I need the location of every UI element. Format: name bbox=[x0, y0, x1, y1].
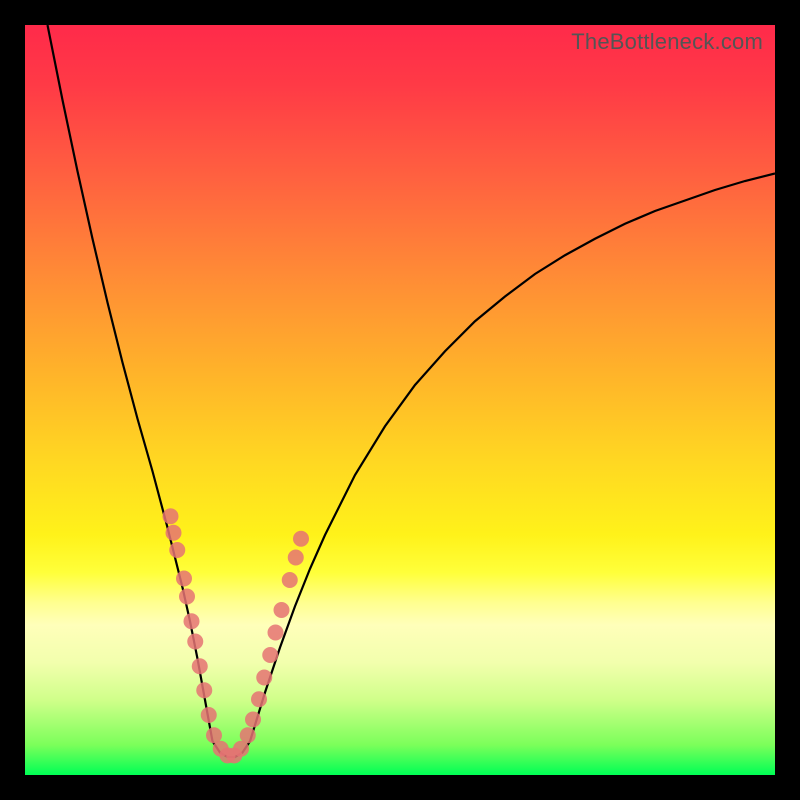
chart-svg bbox=[25, 25, 775, 775]
scatter-point bbox=[163, 508, 179, 524]
scatter-point bbox=[268, 625, 284, 641]
scatter-point bbox=[196, 682, 212, 698]
scatter-point bbox=[251, 691, 267, 707]
scatter-point bbox=[184, 613, 200, 629]
left-branch-curve bbox=[48, 25, 213, 741]
curve-layer bbox=[48, 25, 776, 757]
scatter-point bbox=[274, 602, 290, 618]
scatter-point bbox=[179, 589, 195, 605]
scatter-layer bbox=[163, 508, 310, 763]
scatter-point bbox=[176, 571, 192, 587]
scatter-point bbox=[293, 531, 309, 547]
scatter-point bbox=[282, 572, 298, 588]
scatter-point bbox=[245, 712, 261, 728]
chart-plot-area: TheBottleneck.com bbox=[25, 25, 775, 775]
scatter-point bbox=[201, 707, 217, 723]
scatter-point bbox=[262, 647, 278, 663]
scatter-point bbox=[288, 550, 304, 566]
scatter-point bbox=[187, 634, 203, 650]
scatter-point bbox=[169, 542, 185, 558]
scatter-point bbox=[240, 727, 256, 743]
scatter-point bbox=[166, 525, 182, 541]
right-branch-curve bbox=[250, 174, 775, 742]
scatter-point bbox=[256, 670, 272, 686]
scatter-point bbox=[192, 658, 208, 674]
chart-frame: TheBottleneck.com bbox=[0, 0, 800, 800]
